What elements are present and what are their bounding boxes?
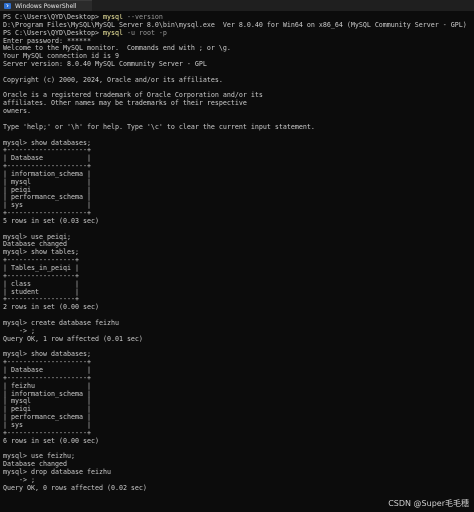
terminal-line-text: +-----------------+ [3,256,79,265]
terminal-line-text: affiliates. Other names may be trademark… [3,99,247,108]
terminal-line-text: | information_schema | [3,169,91,178]
terminal-line-text: mysql> create database feizhu [3,318,119,327]
watermark: CSDN @Super毛毛穗 [388,499,469,508]
terminal-line-text: | peiqi | [3,405,91,414]
terminal-line: mysql> use peiqi; [3,232,471,242]
terminal-line-text: | mysql | [3,397,91,406]
terminal-output[interactable]: PS C:\Users\QYD\Desktop> mysql --version… [3,14,471,500]
terminal-line-text: Server version: 8.0.40 MySQL Community S… [3,60,207,69]
terminal-line: affiliates. Other names may be trademark… [3,99,471,108]
terminal-line-text: | peiqi | [3,185,91,194]
terminal-line: mysql> create database feizhu [3,318,471,328]
terminal-line: Copyright (c) 2000, 2024, Oracle and/or … [3,75,471,85]
terminal-line-text: Welcome to the MySQL monitor. Commands e… [3,44,231,53]
terminal-line-text: Type 'help;' or '\h' for help. Type '\c'… [3,122,315,131]
powershell-icon [4,3,11,9]
terminal-line-text: 6 rows in set (0.00 sec) [3,436,99,445]
terminal-line-text: | student | [3,287,79,296]
terminal-line-text: +--------------------+ [3,162,91,171]
terminal-line: mysql> use feizhu; [3,452,471,461]
terminal-line-text: mysql> show databases; [3,138,91,147]
terminal-line-text: | feizhu | [3,381,91,390]
terminal-line-text: mysql> show tables; [3,248,79,257]
terminal-line-text: mysql> use peiqi; [3,232,71,241]
title-bar: Windows PowerShell [0,0,474,11]
terminal-line-text: +--------------------+ [3,358,91,367]
terminal-line-text: -> ; [3,326,35,335]
terminal-line-text: Copyright (c) 2000, 2024, Oracle and/or … [3,75,223,84]
terminal-line-text: | performance_schema | [3,193,91,202]
terminal-line-text: Oracle is a registered trademark of Orac… [3,91,263,100]
terminal-line-text: | sys | [3,420,91,429]
terminal-line: Query OK, 1 row affected (0.01 sec) [3,334,471,344]
terminal-line: mysql> drop database feizhu [3,467,471,477]
command-name: mysql [102,28,123,37]
terminal-line: Server version: 8.0.40 MySQL Community S… [3,60,471,69]
terminal-line: 5 rows in set (0.03 sec) [3,216,471,226]
terminal-line-text: | information_schema | [3,389,91,398]
terminal-line-text: -> ; [3,475,35,484]
terminal-line: Query OK, 0 rows affected (0.02 sec) [3,483,471,493]
terminal-line-text: +-----------------+ [3,271,79,280]
tab-windows-powershell[interactable]: Windows PowerShell [0,0,92,11]
terminal-line-text: Query OK, 0 rows affected (0.02 sec) [3,483,147,492]
terminal-line-text: D:\Program Files\MySQL\MySQL Server 8.0\… [3,20,467,29]
terminal-line-text: +-----------------+ [3,295,79,304]
terminal-line-text: 5 rows in set (0.03 sec) [3,216,99,225]
terminal-line-text: +--------------------+ [3,209,91,218]
terminal-line-text: mysql> use feizhu; [3,452,75,461]
terminal-line: owners. [3,107,471,116]
terminal-line-text: | Database | [3,154,91,163]
terminal-line-text: owners. [3,107,31,116]
terminal-line-text: mysql> drop database feizhu [3,467,111,476]
terminal-line-text: mysql> show databases; [3,350,91,359]
terminal-line-text: PS C:\Users\QYD\Desktop> [3,28,103,37]
terminal-line-text: Your MySQL connection id is 9 [3,52,119,61]
terminal-line-text: | mysql | [3,177,91,186]
tab-title: Windows PowerShell [15,3,77,10]
terminal-line: 6 rows in set (0.00 sec) [3,436,471,446]
terminal-line-text: | Tables_in_peiqi | [3,264,79,272]
terminal-line-text: | performance_schema | [3,413,91,422]
terminal-line-text: | class | [3,279,79,288]
terminal-line-text: Database changed [3,240,67,249]
terminal-line-text: Database changed [3,460,67,469]
terminal-line-text: Enter password: ****** [3,36,91,45]
terminal-line-text: +--------------------+ [3,146,91,155]
terminal-line: Type 'help;' or '\h' for help. Type '\c'… [3,122,471,132]
command-parameters: -u root -p [122,28,167,37]
terminal-line-text: | sys | [3,201,91,210]
terminal-line-text: Query OK, 1 row affected (0.01 sec) [3,334,143,343]
terminal-line-text: +--------------------+ [3,373,91,382]
terminal-line-text: +--------------------+ [3,428,91,437]
terminal-line-text: 2 rows in set (0.00 sec) [3,303,99,312]
terminal-line: 2 rows in set (0.00 sec) [3,303,471,312]
terminal-line-text: | Database | [3,365,91,374]
